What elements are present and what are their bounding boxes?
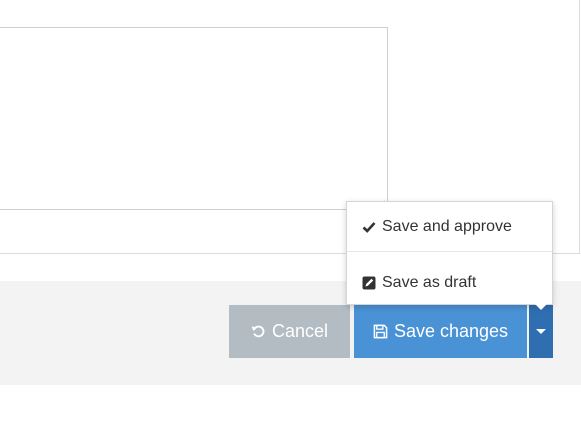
menu-item-label: Save as draft: [382, 274, 477, 291]
menu-item-save-and-approve[interactable]: Save and approve: [347, 202, 552, 252]
dropdown-pointer: [535, 304, 547, 310]
cancel-button[interactable]: Cancel: [229, 305, 350, 358]
save-options-dropdown: Save and approve Save as draft: [346, 201, 553, 310]
save-changes-button[interactable]: Save changes: [354, 305, 527, 358]
caret-down-icon: [536, 329, 546, 334]
pencil-square-icon: [362, 276, 376, 290]
save-changes-button-label: Save changes: [393, 321, 509, 341]
save-options-toggle[interactable]: [529, 305, 553, 358]
menu-item-save-as-draft[interactable]: Save as draft: [347, 258, 552, 308]
comment-textarea[interactable]: [0, 27, 388, 210]
cancel-button-label: Cancel: [271, 321, 329, 341]
menu-item-label: Save and approve: [382, 217, 512, 235]
floppy-disk-icon: [373, 324, 388, 339]
undo-icon: [251, 324, 266, 339]
checkmark-icon: [362, 220, 376, 234]
